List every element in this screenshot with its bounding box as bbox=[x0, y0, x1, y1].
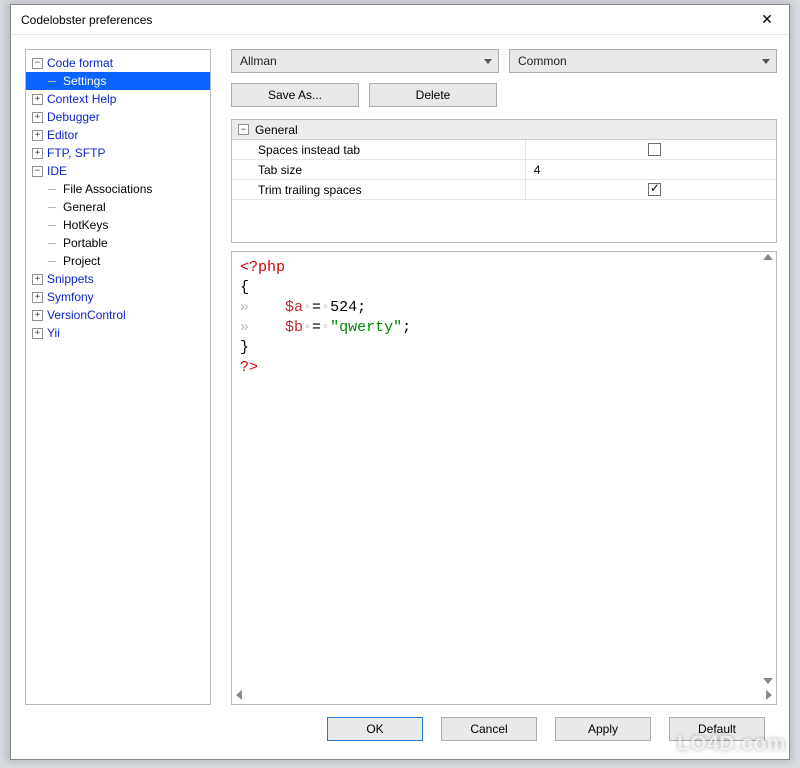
grid-value[interactable]: 4 bbox=[526, 160, 776, 179]
tree-item-label: HotKeys bbox=[63, 218, 108, 232]
chevron-down-icon bbox=[762, 59, 770, 64]
options-grid: − General Spaces instead tabTab size4Tri… bbox=[231, 119, 777, 243]
grid-row: Tab size4 bbox=[232, 160, 776, 180]
tree-item-label: VersionControl bbox=[47, 308, 126, 322]
tree-item[interactable]: Settings bbox=[26, 72, 210, 90]
default-button[interactable]: Default bbox=[669, 717, 765, 741]
tree-item-label: Yii bbox=[47, 326, 60, 340]
settings-panel: Allman Common Save As... Delete − bbox=[231, 49, 777, 705]
categories-tree[interactable]: −Code formatSettings+Context Help+Debugg… bbox=[25, 49, 211, 705]
plus-icon: + bbox=[32, 148, 43, 159]
style-combo[interactable]: Allman bbox=[231, 49, 499, 73]
cancel-button[interactable]: Cancel bbox=[441, 717, 537, 741]
minus-icon: − bbox=[32, 166, 43, 177]
style-combo-value: Allman bbox=[240, 54, 277, 68]
code-preview-text: <?php { » $a◦=◦524; » $b◦=◦"qwerty"; } ?… bbox=[232, 252, 776, 704]
close-icon: ✕ bbox=[761, 11, 773, 28]
tree-item-label: File Associations bbox=[63, 182, 152, 196]
grid-key: Tab size bbox=[232, 160, 526, 179]
window-title: Codelobster preferences bbox=[21, 13, 745, 27]
tree-branch-icon bbox=[48, 220, 59, 231]
chevron-down-icon bbox=[484, 59, 492, 64]
tree-item-label: Context Help bbox=[47, 92, 116, 106]
minus-icon: − bbox=[32, 58, 43, 69]
tree-item-label: Settings bbox=[63, 74, 106, 88]
tree-item-label: Portable bbox=[63, 236, 108, 250]
apply-button[interactable]: Apply bbox=[555, 717, 651, 741]
titlebar: Codelobster preferences ✕ bbox=[11, 5, 789, 35]
tree-branch-icon bbox=[48, 184, 59, 195]
code-preview: <?php { » $a◦=◦524; » $b◦=◦"qwerty"; } ?… bbox=[231, 251, 777, 705]
grid-value bbox=[526, 140, 776, 159]
tree-item-label: Editor bbox=[47, 128, 78, 142]
grid-section-label: General bbox=[255, 123, 298, 137]
plus-icon: + bbox=[32, 112, 43, 123]
grid-section-header[interactable]: − General bbox=[232, 120, 776, 140]
grid-row: Spaces instead tab bbox=[232, 140, 776, 160]
tree-item[interactable]: + Snippets bbox=[26, 270, 210, 288]
ok-button[interactable]: OK bbox=[327, 717, 423, 741]
tree-item-label: Project bbox=[63, 254, 100, 268]
save-as-button[interactable]: Save As... bbox=[231, 83, 359, 107]
plus-icon: + bbox=[32, 328, 43, 339]
tree-item-label: General bbox=[63, 200, 106, 214]
tree-item[interactable]: General bbox=[26, 198, 210, 216]
scroll-right-icon bbox=[766, 690, 772, 700]
plus-icon: + bbox=[32, 274, 43, 285]
tree-item-label: Code format bbox=[47, 56, 113, 70]
tree-item[interactable]: + Symfony bbox=[26, 288, 210, 306]
tree-item-label: Debugger bbox=[47, 110, 100, 124]
tree-item[interactable]: Portable bbox=[26, 234, 210, 252]
tree-item[interactable]: HotKeys bbox=[26, 216, 210, 234]
scroll-up-icon bbox=[763, 254, 773, 260]
preferences-dialog: Codelobster preferences ✕ −Code formatSe… bbox=[10, 4, 790, 760]
tree-item[interactable]: −IDE bbox=[26, 162, 210, 180]
grid-value bbox=[526, 180, 776, 199]
dialog-footer: OK Cancel Apply Default bbox=[11, 705, 789, 759]
tree-item[interactable]: + Editor bbox=[26, 126, 210, 144]
plus-icon: + bbox=[32, 310, 43, 321]
scroll-down-icon bbox=[763, 678, 773, 684]
grid-key: Spaces instead tab bbox=[232, 140, 526, 159]
scope-combo[interactable]: Common bbox=[509, 49, 777, 73]
checkbox[interactable] bbox=[648, 183, 661, 196]
tree-branch-icon bbox=[48, 256, 59, 267]
scroll-left-icon bbox=[236, 690, 242, 700]
minus-icon: − bbox=[238, 124, 249, 135]
tree-item-label: FTP, SFTP bbox=[47, 146, 105, 160]
tree-item[interactable]: File Associations bbox=[26, 180, 210, 198]
tree-item[interactable]: + FTP, SFTP bbox=[26, 144, 210, 162]
plus-icon: + bbox=[32, 94, 43, 105]
tree-item-label: Symfony bbox=[47, 290, 94, 304]
scope-combo-value: Common bbox=[518, 54, 567, 68]
tree-item[interactable]: + Debugger bbox=[26, 108, 210, 126]
vertical-scrollbar[interactable] bbox=[760, 252, 776, 686]
tree-branch-icon bbox=[48, 76, 59, 87]
tree-item[interactable]: + Yii bbox=[26, 324, 210, 342]
horizontal-scrollbar[interactable] bbox=[232, 686, 776, 704]
tree-item[interactable]: −Code format bbox=[26, 54, 210, 72]
tree-branch-icon bbox=[48, 202, 59, 213]
grid-row: Trim trailing spaces bbox=[232, 180, 776, 200]
tree-item-label: Snippets bbox=[47, 272, 94, 286]
plus-icon: + bbox=[32, 292, 43, 303]
tree-item[interactable]: Project bbox=[26, 252, 210, 270]
checkbox[interactable] bbox=[648, 143, 661, 156]
close-button[interactable]: ✕ bbox=[745, 6, 789, 34]
plus-icon: + bbox=[32, 130, 43, 141]
tree-item-label: IDE bbox=[47, 164, 67, 178]
tree-item[interactable]: + VersionControl bbox=[26, 306, 210, 324]
tree-branch-icon bbox=[48, 238, 59, 249]
delete-button[interactable]: Delete bbox=[369, 83, 497, 107]
grid-key: Trim trailing spaces bbox=[232, 180, 526, 199]
tree-item[interactable]: + Context Help bbox=[26, 90, 210, 108]
